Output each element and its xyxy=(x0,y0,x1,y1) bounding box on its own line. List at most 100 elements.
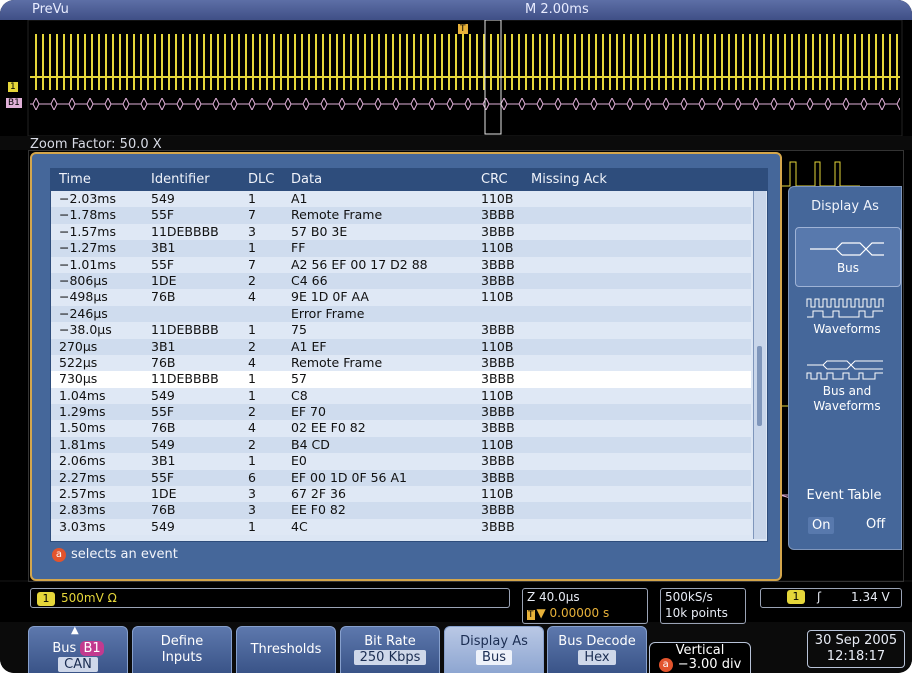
cell-data: Remote Frame xyxy=(291,354,383,370)
table-row[interactable]: 3.03ms 549 1 4C 3BBB xyxy=(51,518,751,536)
scrollbar-thumb[interactable] xyxy=(757,346,762,426)
display-as-bus-option[interactable]: Bus xyxy=(795,227,901,287)
ch1-scale: 500mV Ω xyxy=(61,591,117,605)
bus-decode-button[interactable]: Bus Decode Hex xyxy=(547,626,647,673)
event-table-toggle[interactable]: Event Table On Off xyxy=(788,484,900,546)
cell-data: 75 xyxy=(291,322,307,338)
display-as-label: Display As xyxy=(460,634,528,649)
event-table-title: Event Table xyxy=(806,488,882,503)
bus-marker: B1 xyxy=(6,98,22,108)
cell-time: −806µs xyxy=(59,272,108,288)
cell-identifier: 1DE xyxy=(151,486,177,502)
cell-crc: 3BBB xyxy=(481,453,515,469)
table-row[interactable]: 1.29ms 55F 2 EF 70 3BBB xyxy=(51,404,751,421)
ch1-badge: 1 xyxy=(37,592,55,606)
cell-data: Error Frame xyxy=(291,305,365,321)
table-row[interactable]: 1.50ms 76B 4 02 EE F0 82 3BBB xyxy=(51,420,751,437)
chevron-up-icon: ▲ xyxy=(71,625,79,636)
cell-dlc: 7 xyxy=(248,256,256,272)
define-inputs-button[interactable]: Define Inputs xyxy=(132,626,232,673)
table-row[interactable]: −1.78ms 55F 7 Remote Frame 3BBB xyxy=(51,207,751,224)
display-as-waveforms-option[interactable]: Waveforms xyxy=(795,295,899,345)
table-row[interactable]: 2.83ms 76B 3 EE F0 82 3BBB xyxy=(51,502,751,519)
cell-identifier: 3B1 xyxy=(151,240,176,256)
table-row[interactable]: −806µs 1DE 2 C4 66 3BBB xyxy=(51,272,751,290)
cell-dlc: 3 xyxy=(248,502,256,518)
cell-crc: 3BBB xyxy=(481,518,515,534)
trigger-level: 1.34 V xyxy=(851,590,890,604)
cell-data: FF xyxy=(291,240,306,256)
cell-time: −498µs xyxy=(59,289,108,305)
cell-dlc: 2 xyxy=(248,436,256,452)
top-status-bar: PreVu M 2.00ms xyxy=(0,0,912,20)
table-row[interactable]: 270µs 3B1 2 A1 EF 110B xyxy=(51,338,751,355)
cell-crc: 110B xyxy=(481,338,514,354)
bus-button[interactable]: ▲ Bus B1 CAN xyxy=(28,625,128,673)
cell-crc: 3BBB xyxy=(481,223,515,239)
cell-data: 4C xyxy=(291,518,308,534)
cell-crc: 110B xyxy=(481,191,514,206)
cell-identifier: 76B xyxy=(151,289,176,305)
table-row[interactable]: 2.57ms 1DE 3 67 2F 36 110B xyxy=(51,486,751,503)
record-length: 10k points xyxy=(665,606,728,620)
cell-data: A1 xyxy=(291,191,308,206)
table-scrollbar[interactable] xyxy=(753,191,766,539)
zoom-time: Z 40.0µs xyxy=(527,590,580,604)
cell-crc: 3BBB xyxy=(481,207,515,223)
table-row[interactable]: −2.03ms 549 1 A1 110B xyxy=(51,191,751,208)
table-row[interactable]: 1.04ms 549 1 C8 110B xyxy=(51,387,751,405)
cell-crc: 110B xyxy=(481,436,514,452)
display-as-bus-and-waveforms-option[interactable]: Bus and Waveforms xyxy=(795,359,899,415)
cell-data: Remote Frame xyxy=(291,207,383,223)
col-header-dlc: DLC xyxy=(248,172,275,187)
table-row[interactable]: 730µs 11DEBBBB 1 57 3BBB xyxy=(51,371,751,388)
cell-identifier: 549 xyxy=(151,436,175,452)
thresholds-button[interactable]: Thresholds xyxy=(236,626,336,673)
table-row[interactable]: −246µs Error Frame xyxy=(51,305,751,323)
cell-identifier: 55F xyxy=(151,256,175,272)
cell-identifier: 549 xyxy=(151,191,175,206)
cell-crc: 3BBB xyxy=(481,354,515,370)
cell-time: 3.03ms xyxy=(59,518,106,534)
timebase-readout: M 2.00ms xyxy=(525,2,589,17)
cell-identifier: 1DE xyxy=(151,272,177,288)
cell-data: 67 2F 36 xyxy=(291,486,346,502)
event-table-off[interactable]: Off xyxy=(866,517,885,532)
table-row[interactable]: 522µs 76B 4 Remote Frame 3BBB xyxy=(51,354,751,372)
bus-decode-label: Bus Decode xyxy=(558,634,636,649)
bus-and-waveforms-option-label: Bus and Waveforms xyxy=(813,384,881,413)
cell-crc: 110B xyxy=(481,486,514,502)
waveform-overview[interactable]: T 1 B1 xyxy=(0,20,912,136)
table-row[interactable]: −38.0µs 11DEBBBB 1 75 3BBB xyxy=(51,322,751,339)
cell-crc: 3BBB xyxy=(481,371,515,387)
trigger-readout[interactable]: 1 ʃ 1.34 V xyxy=(760,588,902,608)
table-row[interactable]: −1.57ms 11DEBBBB 3 57 B0 3E 3BBB xyxy=(51,223,751,241)
event-table-on[interactable]: On xyxy=(808,517,835,534)
table-row[interactable]: 1.81ms 549 2 B4 CD 110B xyxy=(51,436,751,454)
bit-rate-value: 250 Kbps xyxy=(353,650,427,665)
col-header-missing-ack: Missing Ack xyxy=(531,172,607,187)
cell-crc: 3BBB xyxy=(481,404,515,420)
bit-rate-button[interactable]: Bit Rate 250 Kbps xyxy=(340,626,440,673)
cell-dlc: 1 xyxy=(248,191,256,206)
table-row[interactable]: −498µs 76B 4 9E 1D 0F AA 110B xyxy=(51,289,751,306)
cell-data: EF 70 xyxy=(291,404,326,420)
table-row[interactable]: 2.06ms 3B1 1 E0 3BBB xyxy=(51,453,751,470)
cell-identifier: 549 xyxy=(151,387,175,403)
cell-time: −1.01ms xyxy=(59,256,116,272)
table-row[interactable]: −1.27ms 3B1 1 FF 110B xyxy=(51,240,751,257)
trigger-position: T ▼ 0.00000 s xyxy=(527,606,609,620)
vertical-button[interactable]: Vertical a −3.00 div xyxy=(649,642,751,673)
knob-a-icon: a xyxy=(52,548,66,562)
table-row[interactable]: −1.01ms 55F 7 A2 56 EF 00 17 D2 88 3BBB xyxy=(51,256,751,273)
table-row[interactable]: 2.27ms 55F 6 EF 00 1D 0F 56 A1 3BBB xyxy=(51,469,751,487)
define-inputs-label-1: Define xyxy=(160,634,204,649)
hint-text: a selects an event xyxy=(52,547,178,562)
cell-time: 1.81ms xyxy=(59,436,106,452)
cell-dlc: 1 xyxy=(248,240,256,256)
overview-waveforms xyxy=(27,20,903,136)
bus-type-value: CAN xyxy=(58,657,98,672)
display-as-button[interactable]: Display As Bus xyxy=(444,626,544,673)
ch1-readout[interactable]: 1 500mV Ω xyxy=(30,588,510,608)
display-as-title: Display As xyxy=(811,199,879,214)
